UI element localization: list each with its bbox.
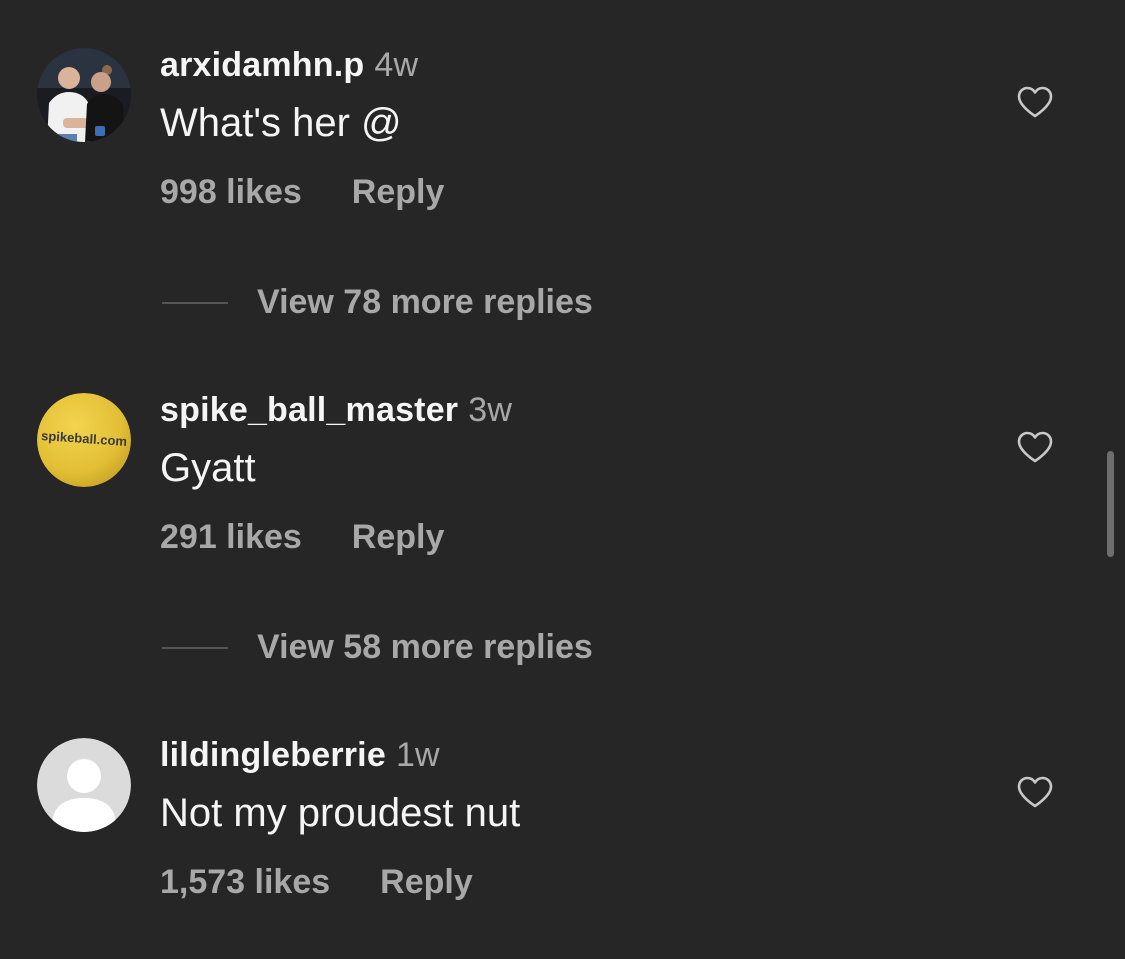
likes-count[interactable]: 1,573 likes xyxy=(160,863,330,901)
heart-outline-icon[interactable] xyxy=(1016,85,1054,119)
avatar-photo xyxy=(37,48,131,142)
heart-outline-icon[interactable] xyxy=(1016,430,1054,464)
likes-count[interactable]: 998 likes xyxy=(160,173,302,211)
reply-button[interactable]: Reply xyxy=(380,863,473,901)
reply-button[interactable]: Reply xyxy=(352,173,445,211)
comments-page: arxidamhn.p 4w What's her @ 998 likes Repl… xyxy=(0,0,1125,959)
reply-button[interactable]: Reply xyxy=(352,518,445,556)
comment-username[interactable]: spike_ball_master 3w xyxy=(160,391,512,430)
comment-text: What's her @ xyxy=(160,101,402,145)
view-replies-label[interactable]: View 78 more replies xyxy=(257,283,593,322)
avatar[interactable]: spikeball.com xyxy=(37,393,131,487)
user-silhouette-icon xyxy=(37,738,131,832)
comment-username[interactable]: lildingleberrie 1w xyxy=(160,736,440,775)
comment-timestamp: 1w xyxy=(395,736,440,774)
scrollbar-thumb[interactable] xyxy=(1107,451,1114,557)
username-text[interactable]: lildingleberrie xyxy=(160,736,386,774)
replies-divider-line xyxy=(162,647,228,649)
avatar[interactable] xyxy=(37,48,131,142)
comment-username[interactable]: arxidamhn.p 4w xyxy=(160,46,418,85)
view-replies-label[interactable]: View 58 more replies xyxy=(257,628,593,667)
replies-divider-line xyxy=(162,302,228,304)
comment-timestamp: 3w xyxy=(468,391,513,429)
spikeball-avatar: spikeball.com xyxy=(37,393,131,487)
view-more-replies[interactable]: View 58 more replies xyxy=(162,628,642,668)
comment-text: Gyatt xyxy=(160,446,256,490)
heart-outline-icon[interactable] xyxy=(1016,775,1054,809)
username-text[interactable]: arxidamhn.p xyxy=(160,46,364,84)
comment-text: Not my proudest nut xyxy=(160,791,521,835)
username-text[interactable]: spike_ball_master xyxy=(160,391,458,429)
view-more-replies[interactable]: View 78 more replies xyxy=(162,283,642,323)
comment-timestamp: 4w xyxy=(374,46,419,84)
comment-meta: 1,573 likes Reply xyxy=(160,863,473,902)
avatar[interactable] xyxy=(37,738,131,832)
comment-meta: 291 likes Reply xyxy=(160,518,444,557)
comment-meta: 998 likes Reply xyxy=(160,173,444,212)
likes-count[interactable]: 291 likes xyxy=(160,518,302,556)
